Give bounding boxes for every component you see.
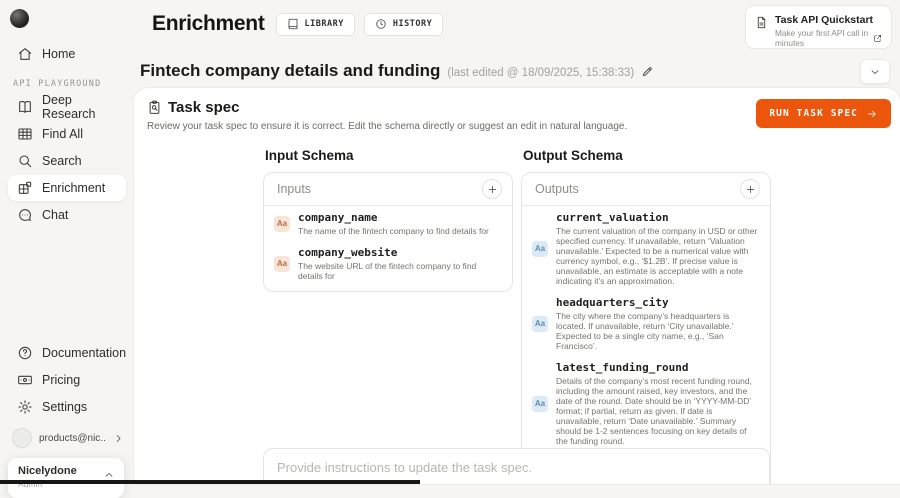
sidebar-item-label: Search	[42, 154, 82, 168]
collapse-panel-button[interactable]	[860, 59, 890, 84]
account-switcher[interactable]: products@nic...	[12, 428, 124, 448]
output-schema-heading: Output Schema	[523, 148, 623, 163]
sidebar-item-label: Enrichment	[42, 181, 106, 195]
field-name: company_website	[298, 246, 398, 259]
app-title: Enrichment	[152, 12, 265, 35]
field-name: company_name	[298, 211, 378, 224]
outputs-card: Outputs Aa current_valuation The current…	[521, 172, 771, 484]
inputs-card-title: Inputs	[277, 182, 312, 196]
field-name: headquarters_city	[556, 296, 669, 309]
quickstart-subtitle: Make your first API call in minutes	[775, 28, 869, 48]
plus-icon	[745, 184, 756, 195]
clipboard-search-icon	[147, 100, 162, 115]
bottom-edge-bar	[0, 480, 420, 484]
field-description: The city where the company’s headquarter…	[556, 311, 734, 351]
run-task-spec-button[interactable]: RUN TASK SPEC	[756, 99, 891, 128]
field-description: The current valuation of the company in …	[556, 226, 758, 286]
output-schema-column: Output Schema Outputs Aa current_valuati…	[521, 148, 771, 484]
sidebar-item-settings[interactable]: Settings	[8, 394, 126, 420]
avatar	[12, 428, 32, 448]
sidebar-item-documentation[interactable]: Documentation	[8, 340, 126, 366]
add-input-button[interactable]	[482, 179, 502, 199]
edit-pencil-icon[interactable]	[641, 65, 654, 78]
text-type-badge: Aa	[274, 215, 290, 232]
sidebar-item-find-all[interactable]: Find All	[8, 121, 126, 147]
output-field-row[interactable]: Aa current_valuation The current valuati…	[522, 206, 770, 291]
inputs-card: Inputs Aa company_name The name of the f…	[263, 172, 513, 292]
home-icon	[17, 46, 33, 62]
book-open-icon	[17, 99, 33, 115]
sidebar-section-label: API PLAYGROUND	[13, 79, 102, 89]
field-name: current_valuation	[556, 211, 669, 224]
sidebar-item-enrichment[interactable]: Enrichment	[8, 175, 126, 201]
sidebar-item-label: Home	[42, 47, 76, 61]
page-title-row: Fintech company details and funding (las…	[140, 61, 654, 81]
text-type-badge: Aa	[532, 315, 548, 332]
outputs-card-title: Outputs	[535, 182, 579, 196]
text-type-badge: Aa	[532, 240, 548, 257]
sidebar-item-label: Pricing	[42, 373, 81, 387]
history-button[interactable]: HISTORY	[363, 12, 444, 36]
quickstart-title: Task API Quickstart	[775, 14, 874, 26]
sidebar-item-pricing[interactable]: Pricing	[8, 367, 126, 393]
sidebar-item-label: Deep Research	[42, 93, 96, 121]
field-description: The name of the fintech company to find …	[298, 226, 489, 236]
history-button-label: HISTORY	[392, 19, 433, 29]
task-spec-panel: Task spec Review your task spec to ensur…	[134, 88, 900, 484]
input-field-row[interactable]: Aa company_website The website URL of th…	[264, 241, 512, 291]
sidebar-item-label: Find All	[42, 127, 83, 141]
input-schema-column: Input Schema Inputs Aa company_name The …	[263, 148, 513, 484]
field-description: Details of the company’s most recent fun…	[556, 376, 752, 446]
chevron-down-icon	[869, 66, 881, 78]
text-type-badge: Aa	[532, 395, 548, 412]
help-circle-icon	[17, 345, 33, 361]
task-spec-title: Task spec	[168, 99, 240, 116]
sidebar: Home API PLAYGROUND Deep Research Find A…	[0, 0, 134, 498]
external-link-icon	[873, 34, 882, 43]
app-logo-icon	[10, 9, 29, 28]
search-icon	[17, 153, 33, 169]
output-field-row[interactable]: Aa latest_funding_round Details of the c…	[522, 356, 770, 451]
last-edited-timestamp: (last edited @ 18/09/2025, 15:38:33)	[447, 67, 635, 79]
workspace-menu[interactable]: Nicelydone Admin	[8, 458, 124, 498]
sidebar-item-home[interactable]: Home	[8, 41, 126, 67]
plus-icon	[487, 184, 498, 195]
clock-icon	[375, 18, 387, 30]
task-spec-description: Review your task spec to ensure it is co…	[147, 121, 628, 132]
gear-icon	[17, 399, 33, 415]
sidebar-item-search[interactable]: Search	[8, 148, 126, 174]
account-email: products@nic...	[39, 432, 106, 444]
library-button[interactable]: LIBRARY	[275, 12, 355, 36]
banknote-icon	[17, 372, 33, 388]
sidebar-item-label: Documentation	[42, 346, 127, 360]
app-header: Enrichment LIBRARY HISTORY	[152, 12, 444, 36]
field-name: latest_funding_round	[556, 361, 689, 374]
instruction-input[interactable]	[263, 448, 770, 484]
output-field-row[interactable]: Aa headquarters_city The city where the …	[522, 291, 770, 356]
sidebar-item-label: Chat	[42, 208, 69, 222]
sidebar-item-deep-research[interactable]: Deep Research	[8, 93, 126, 121]
workspace-name: Nicelydone	[18, 465, 77, 477]
input-field-row[interactable]: Aa company_name The name of the fintech …	[264, 206, 512, 241]
library-button-label: LIBRARY	[304, 19, 344, 29]
page-title: Fintech company details and funding	[140, 61, 441, 80]
chevron-right-icon	[113, 433, 124, 444]
table-plus-icon	[17, 180, 33, 196]
library-book-icon	[287, 18, 299, 30]
table-icon	[17, 126, 33, 142]
sidebar-item-label: Settings	[42, 400, 88, 414]
document-icon	[755, 16, 768, 40]
field-description: The website URL of the fintech company t…	[298, 261, 477, 281]
input-schema-heading: Input Schema	[265, 148, 354, 163]
add-output-button[interactable]	[740, 179, 760, 199]
quickstart-card[interactable]: Task API Quickstart Make your first API …	[745, 5, 892, 49]
arrow-right-icon	[866, 108, 878, 120]
text-type-badge: Aa	[274, 255, 290, 272]
sidebar-item-chat[interactable]: Chat	[8, 202, 126, 228]
chat-bubble-icon	[17, 207, 33, 223]
run-task-spec-label: RUN TASK SPEC	[769, 108, 858, 119]
